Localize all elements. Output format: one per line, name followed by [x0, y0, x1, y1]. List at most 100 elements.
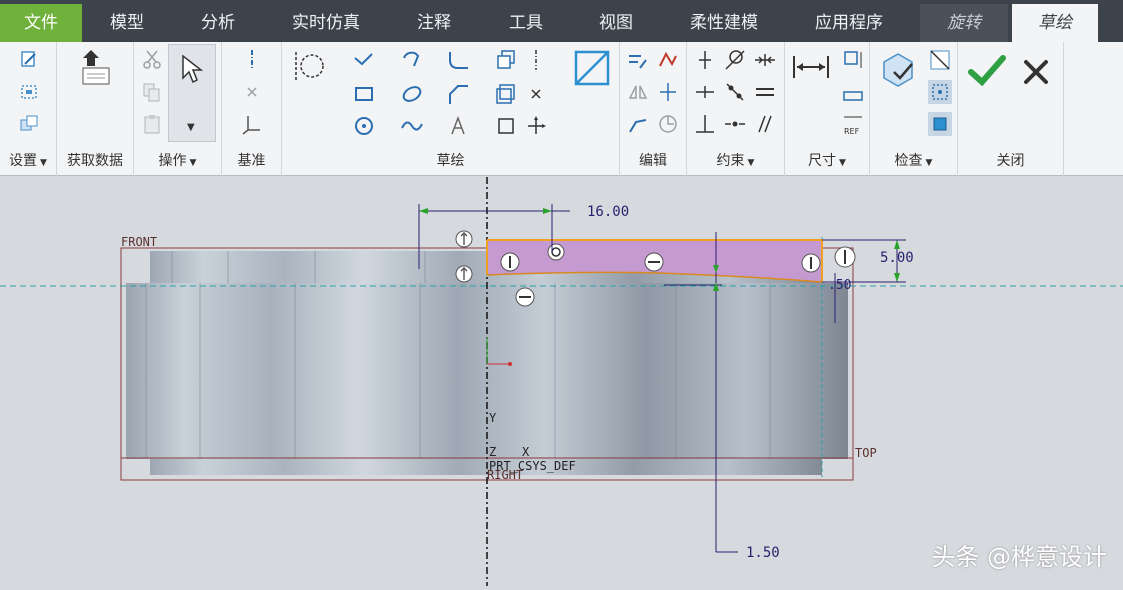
chamfer-icon[interactable]	[446, 82, 470, 106]
dimension-0-5[interactable]: .50	[828, 278, 851, 293]
centerline-icon[interactable]	[240, 48, 264, 72]
tab-view[interactable]: 视图	[578, 4, 654, 42]
tab-sketch[interactable]: 草绘	[1012, 4, 1098, 42]
top-label: TOP	[855, 446, 877, 460]
group-constrain: 约束 ▼	[687, 42, 785, 176]
group-setup: 设置 ▼	[0, 42, 57, 176]
axis-x-label: X	[522, 445, 530, 459]
tangent-constraint-icon[interactable]	[723, 48, 747, 72]
rectangle-icon[interactable]	[352, 82, 376, 106]
group-datum: 基准	[222, 42, 282, 176]
svg-text:REF: REF	[844, 127, 860, 136]
dimension-1-5[interactable]: 1.50	[746, 545, 780, 561]
select-arrow-icon[interactable]	[179, 54, 205, 84]
rotate-resize-icon[interactable]	[656, 112, 680, 136]
group-label-close: 关闭	[996, 153, 1025, 169]
horizontal-constraint-icon[interactable]	[693, 80, 717, 104]
references-icon[interactable]	[17, 80, 41, 104]
symmetric-constraint-icon[interactable]	[723, 112, 747, 136]
delete-segment-icon[interactable]	[656, 48, 680, 72]
tab-realtime-simulation[interactable]: 实时仿真	[276, 4, 376, 42]
copy-icon[interactable]	[140, 80, 164, 104]
tab-file[interactable]: 文件	[0, 4, 82, 42]
project-icon[interactable]	[494, 114, 518, 138]
dimension-16[interactable]: 16.00	[587, 204, 629, 220]
feature-requirements-icon[interactable]	[878, 48, 918, 88]
coordinate-system-icon[interactable]	[240, 112, 264, 136]
file-system-icon[interactable]	[79, 48, 113, 88]
ellipse-icon[interactable]	[400, 82, 424, 106]
point-sketch-icon[interactable]	[524, 82, 548, 106]
mirror-icon[interactable]	[626, 80, 650, 104]
text-icon[interactable]	[446, 114, 470, 138]
baseline-icon[interactable]	[841, 82, 865, 106]
cut-icon[interactable]	[140, 48, 164, 72]
perimeter-icon[interactable]	[841, 48, 865, 72]
tab-model[interactable]: 模型	[88, 4, 166, 42]
shade-closed-loops-icon[interactable]	[928, 112, 952, 136]
dimension-5[interactable]: 5.00	[880, 250, 914, 266]
group-inspect: 检查 ▼	[870, 42, 958, 176]
point-icon[interactable]	[240, 80, 264, 104]
parallel-constraint-icon[interactable]	[753, 112, 777, 136]
modify-icon[interactable]	[626, 48, 650, 72]
group-close: 关闭	[958, 42, 1064, 176]
ok-checkmark-icon[interactable]	[968, 54, 1006, 88]
group-sketch: 草绘	[282, 42, 620, 176]
overlapping-geometry-icon[interactable]	[928, 48, 952, 72]
axis-z-label: Z	[489, 445, 496, 459]
perpendicular-constraint-icon[interactable]	[693, 112, 717, 136]
vertical-constraint-icon[interactable]	[693, 48, 717, 72]
sketch-view-icon[interactable]	[17, 112, 41, 136]
group-label-setup[interactable]: 设置 ▼	[0, 150, 56, 170]
coincident-constraint-icon[interactable]	[723, 80, 747, 104]
construction-mode-icon[interactable]	[292, 50, 326, 82]
group-label-inspect[interactable]: 检查 ▼	[870, 150, 957, 170]
line-icon[interactable]	[352, 48, 376, 72]
group-label-datum: 基准	[237, 153, 266, 169]
axis-y-label: Y	[489, 411, 497, 425]
group-get-data: 获取数据	[57, 42, 134, 176]
tab-flexible-modeling[interactable]: 柔性建模	[672, 4, 776, 42]
group-label-get-data: 获取数据	[67, 153, 123, 169]
reference-dimension-icon[interactable]: REF	[841, 114, 865, 138]
paste-icon[interactable]	[140, 112, 164, 136]
model-view[interactable]: FRONT TOP RIGHT 16.00 5.00 .50 1.50 Y Z …	[0, 177, 1123, 586]
gear-bottom-band	[150, 459, 822, 475]
divide-icon[interactable]	[656, 80, 680, 104]
arc-icon[interactable]	[400, 48, 424, 72]
spline-icon[interactable]	[400, 114, 424, 138]
coordinate-sketch-icon[interactable]	[524, 114, 548, 138]
select-dropdown-icon[interactable]: ▼	[187, 122, 195, 133]
tab-applications[interactable]: 应用程序	[796, 4, 902, 42]
fillet-icon[interactable]	[446, 48, 470, 72]
group-dimension: REF 尺寸 ▼	[785, 42, 870, 176]
sketch-setup-icon[interactable]	[17, 48, 41, 72]
circle-icon[interactable]	[352, 114, 376, 138]
cancel-x-icon[interactable]	[1022, 58, 1050, 86]
graphics-canvas[interactable]: FRONT TOP RIGHT 16.00 5.00 .50 1.50 Y Z …	[0, 177, 1123, 586]
csys-label: PRT_CSYS_DEF	[489, 459, 576, 473]
corner-icon[interactable]	[626, 112, 650, 136]
tab-revolve[interactable]: 旋转	[920, 4, 1008, 42]
palette-icon[interactable]	[572, 48, 612, 88]
watermark: 头条 @桦意设计	[931, 543, 1107, 571]
thicken-icon[interactable]	[494, 82, 518, 106]
highlight-open-ends-icon[interactable]	[928, 80, 952, 104]
offset-icon[interactable]	[494, 48, 518, 72]
group-label-dimension[interactable]: 尺寸 ▼	[785, 150, 869, 170]
centerline-sketch-icon[interactable]	[524, 48, 548, 72]
group-label-operations[interactable]: 操作 ▼	[134, 150, 221, 170]
tab-annotate[interactable]: 注释	[396, 4, 472, 42]
tab-tools[interactable]: 工具	[488, 4, 564, 42]
group-edit: 编辑	[620, 42, 687, 176]
group-operations: ▼ 操作 ▼	[134, 42, 222, 176]
equal-constraint-icon[interactable]	[753, 80, 777, 104]
midpoint-constraint-icon[interactable]	[753, 48, 777, 72]
dimension-icon[interactable]	[791, 52, 831, 82]
ribbon-tab-bar: 文件 模型 分析 实时仿真 注释 工具 视图 柔性建模 应用程序 旋转 草绘	[0, 0, 1123, 42]
ribbon: 设置 ▼ 获取数据 ▼ 操作 ▼ 基准 草绘 编辑 约束 ▼ REF 尺寸 ▼ …	[0, 42, 1123, 176]
group-label-edit: 编辑	[639, 153, 667, 169]
tab-analysis[interactable]: 分析	[178, 4, 258, 42]
group-label-constrain[interactable]: 约束 ▼	[687, 150, 784, 170]
